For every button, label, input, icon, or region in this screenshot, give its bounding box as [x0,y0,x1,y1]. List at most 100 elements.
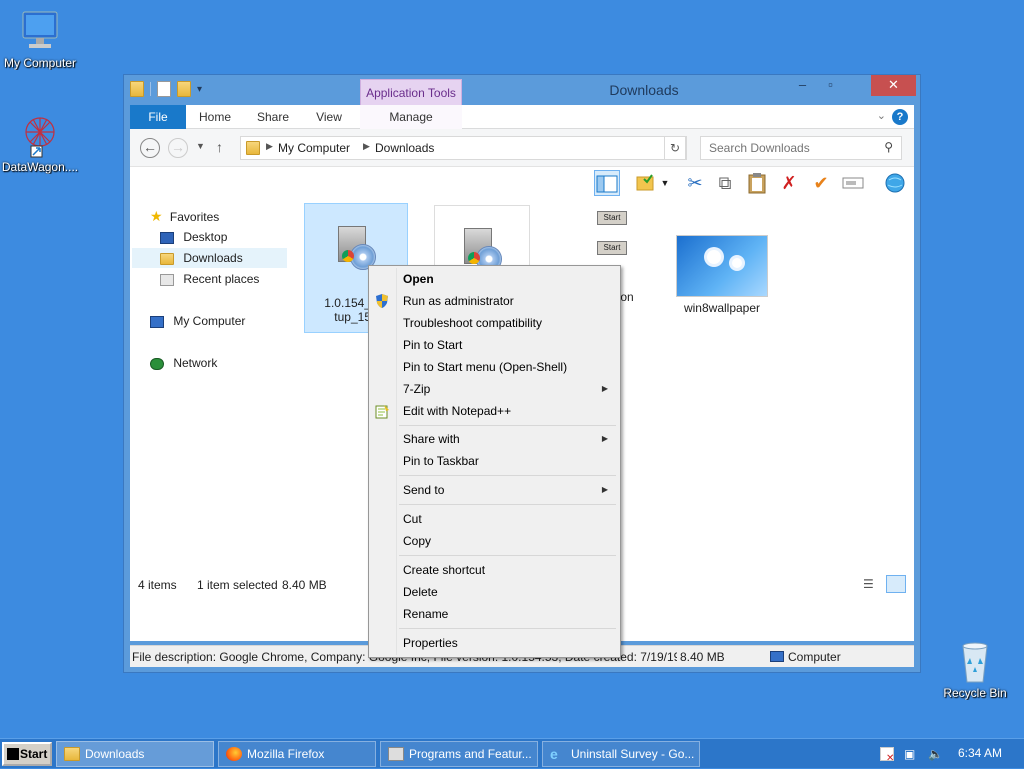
customize-qat-icon[interactable]: ▾ [197,84,202,95]
computer-icon [17,8,63,54]
navigation-pane-button[interactable] [594,170,620,196]
start-icon: Start [597,241,627,255]
dropdown-arrow-icon[interactable]: ▼ [658,170,672,196]
menu-copy[interactable]: Copy [369,530,620,552]
close-button[interactable]: ✕ [871,75,916,96]
address-bar[interactable]: ▶ My Computer ▶ Downloads ⌄ [240,136,687,160]
menu-send-to[interactable]: Send to ▶ [369,479,620,501]
new-folder-icon[interactable] [177,81,191,97]
nav-label: Network [173,356,218,370]
menu-rename[interactable]: Rename [369,603,620,625]
action-center-icon[interactable]: ✕ [880,747,894,764]
search-input[interactable] [701,137,871,159]
menu-open[interactable]: Open [369,268,620,290]
back-button[interactable]: ← [140,138,160,158]
up-button[interactable]: ↑ [216,139,223,155]
recent-locations-icon[interactable]: ▼ [196,141,205,151]
menu-run-as-admin[interactable]: Run as administrator [369,290,620,312]
volume-muted-icon[interactable]: 🔈 [928,747,943,761]
search-box[interactable]: ⚲ [700,136,902,160]
details-location: Computer [788,650,841,664]
tab-home[interactable]: Home [190,105,240,129]
tab-share[interactable]: Share [247,105,299,129]
search-icon[interactable]: ⚲ [884,140,893,154]
desktop-icon-my-computer[interactable]: My Computer [0,8,80,70]
refresh-button[interactable]: ↻ [664,136,686,160]
submenu-arrow-icon: ▶ [601,485,608,494]
taskbar-button-uninstall-survey[interactable]: e Uninstall Survey - Go... [542,741,700,767]
start-icon: Start [597,211,627,225]
control-panel-icon [388,747,404,761]
taskbar-button-downloads[interactable]: Downloads [56,741,214,767]
breadcrumb-downloads[interactable]: Downloads [375,141,434,155]
menu-troubleshoot[interactable]: Troubleshoot compatibility [369,312,620,334]
properties-icon[interactable] [157,81,171,97]
nav-recent-places[interactable]: Recent places [160,269,259,289]
menu-delete[interactable]: Delete [369,581,620,603]
menu-pin-to-taskbar[interactable]: Pin to Taskbar [369,450,620,472]
menu-share-with[interactable]: Share with ▶ [369,428,620,450]
tab-view[interactable]: View [306,105,352,129]
paste-icon[interactable] [744,170,770,196]
status-item-count: 4 items [138,578,177,592]
minimize-button[interactable]: – [789,75,816,96]
delete-icon[interactable]: ✗ [776,170,802,196]
large-icons-view-icon[interactable] [886,575,906,593]
nav-desktop[interactable]: Desktop [160,227,227,247]
menu-pin-to-start[interactable]: Pin to Start [369,334,620,356]
nav-label: Recent places [183,272,260,286]
tab-manage[interactable]: Manage [360,105,462,129]
nav-downloads[interactable]: Downloads [132,248,287,268]
uac-shield-icon [374,293,390,309]
network-icon [150,357,164,370]
help-icon[interactable]: ? [892,109,908,125]
folder-icon [246,141,260,155]
nav-label: Downloads [183,251,243,265]
start-button[interactable]: Start [2,742,52,766]
chevron-right-icon[interactable]: ▶ [363,141,370,152]
expand-ribbon-icon[interactable]: ⌄ [877,109,886,122]
folder-icon [130,81,144,97]
status-selected: 1 item selected [197,578,278,592]
folder-options-button[interactable] [632,170,658,196]
clock[interactable]: 6:34 AM [958,746,1002,760]
taskbar-button-firefox[interactable]: Mozilla Firefox [218,741,376,767]
menu-pin-to-start-menu[interactable]: Pin to Start menu (Open-Shell) [369,356,620,378]
computer-zone-icon [770,651,784,662]
classic-toolbar: ▼ ✂ ⧉ ✗ ✔ [130,167,914,199]
nav-label: My Computer [173,314,246,328]
desktop-icon-recycle-bin[interactable]: Recycle Bin [935,638,1015,700]
menu-7zip[interactable]: 7-Zip ▶ [369,378,620,400]
file-name: win8wallpaper [683,301,761,315]
rename-icon[interactable] [840,170,866,196]
menu-edit-notepadpp[interactable]: Edit with Notepad++ [369,400,620,422]
menu-cut[interactable]: Cut [369,508,620,530]
quick-access-toolbar: ▾ [130,81,202,97]
details-view-icon[interactable]: ☰ [863,577,874,591]
menu-create-shortcut[interactable]: Create shortcut [369,559,620,581]
downloads-folder-icon [160,252,174,265]
submenu-arrow-icon: ▶ [601,384,608,393]
forward-button[interactable]: → [168,138,188,158]
submenu-arrow-icon: ▶ [601,434,608,443]
file-item-win8wallpaper[interactable]: win8wallpaper [670,235,774,315]
cut-icon[interactable]: ✂ [682,170,708,196]
desktop-icon-datawagon[interactable]: DataWagon.... [0,112,80,174]
network-tray-icon[interactable]: ▣ [904,747,918,761]
properties-check-icon[interactable]: ✔ [808,170,834,196]
desktop-icon-label: My Computer [3,56,77,70]
nav-favorites[interactable]: ★ Favorites [150,206,219,226]
nav-my-computer[interactable]: My Computer [150,311,245,331]
menu-properties[interactable]: Properties [369,632,620,654]
desktop-icon-label: DataWagon.... [1,160,79,174]
globe-icon[interactable] [882,170,908,196]
recycle-bin-icon [952,638,998,684]
chevron-right-icon[interactable]: ▶ [266,141,273,152]
taskbar: Start Downloads Mozilla Firefox Programs… [0,738,1024,768]
maximize-button[interactable]: ▫ [817,75,844,96]
breadcrumb-my-computer[interactable]: My Computer [278,141,350,155]
taskbar-button-programs[interactable]: Programs and Featur... [380,741,538,767]
tab-file[interactable]: File [130,105,186,129]
copy-icon[interactable]: ⧉ [712,170,738,196]
nav-network[interactable]: Network [150,353,217,373]
